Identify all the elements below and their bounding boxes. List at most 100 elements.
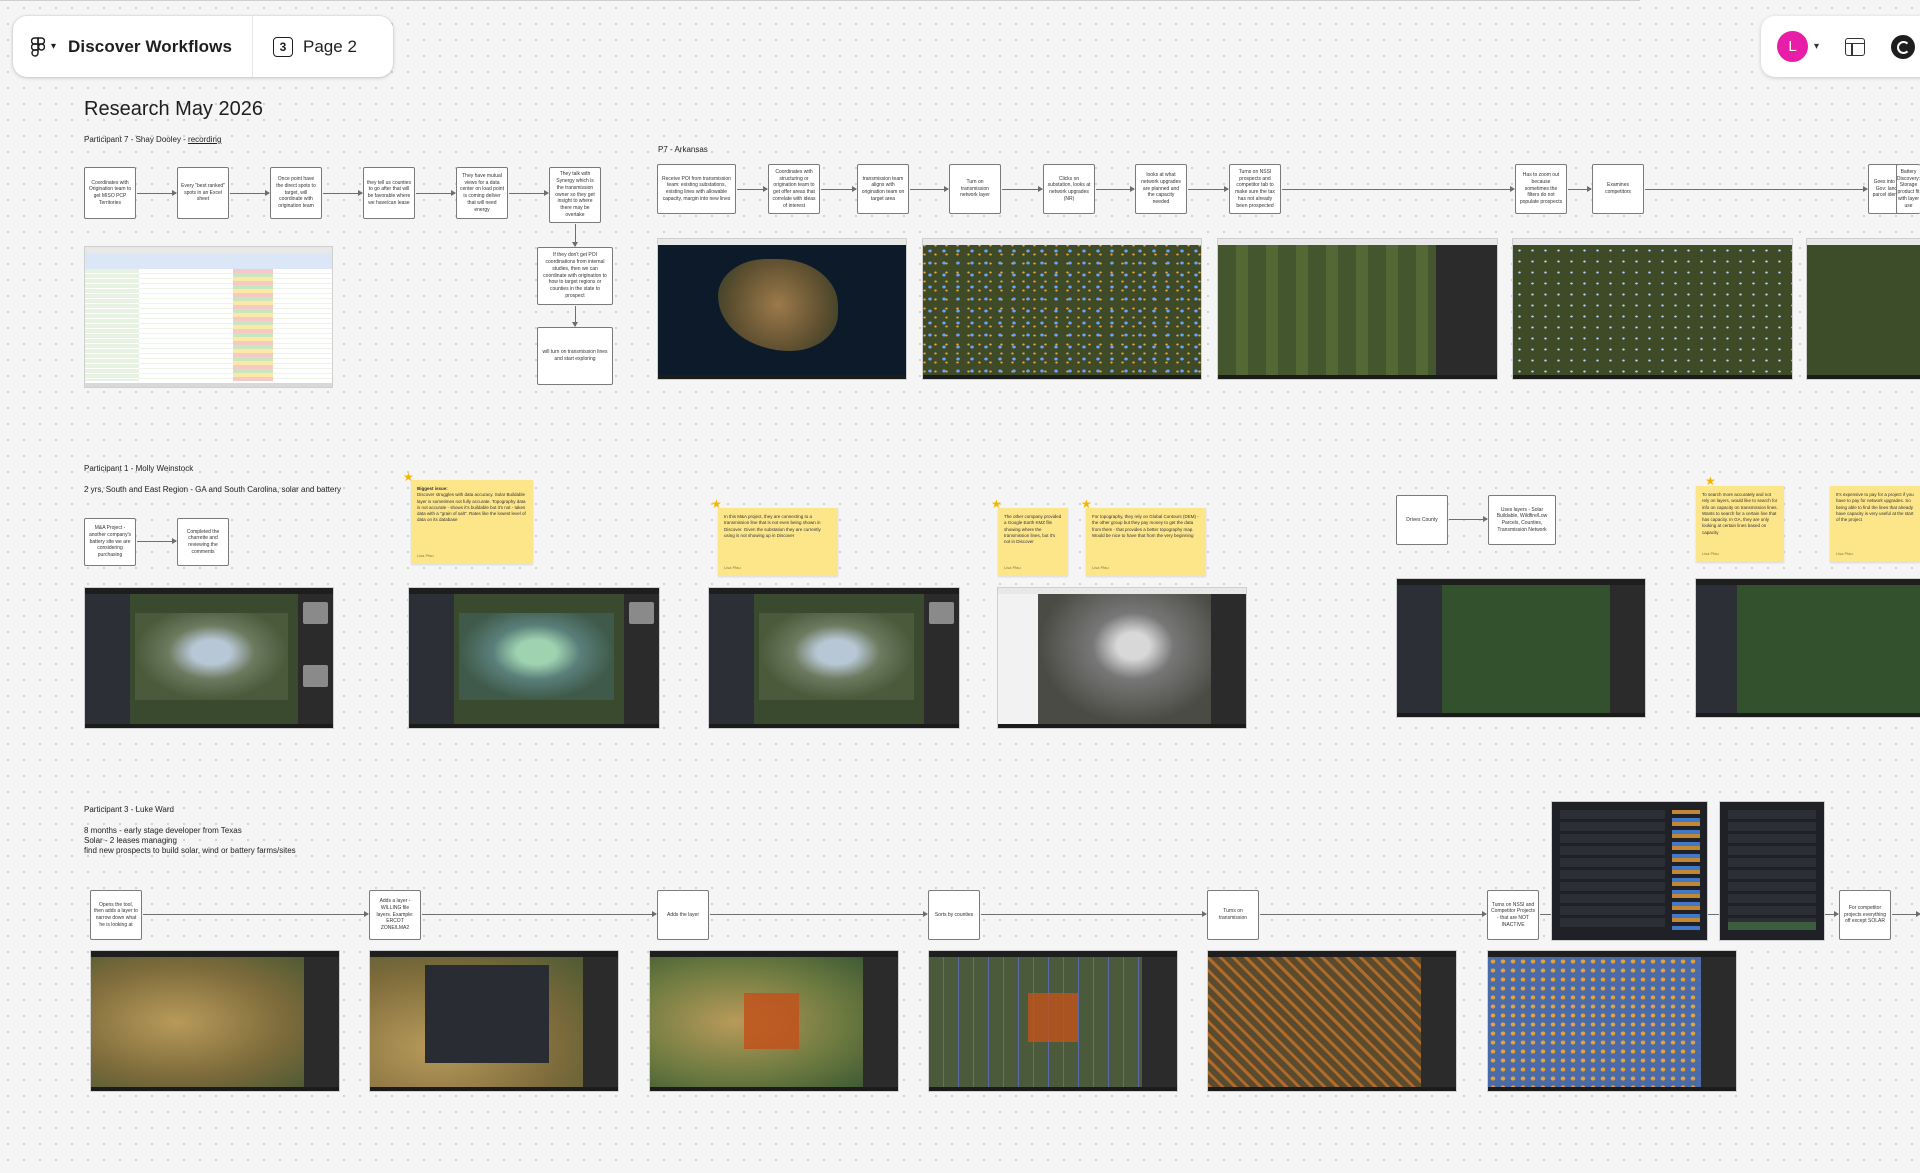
flow-step[interactable]: Turns on NSSI and Competitor Projects - …	[1487, 890, 1539, 940]
flow-step[interactable]: Coordinates with Origination team to get…	[84, 167, 136, 219]
flow-arrow	[1449, 516, 1488, 522]
zoom-call-screenshot[interactable]	[1487, 950, 1737, 1092]
flow-step[interactable]: Adds a layer - WILLING file layers. Exam…	[369, 890, 421, 940]
flow-step[interactable]: Receive POI from transmission team: exis…	[657, 164, 736, 214]
flow-step[interactable]: If they don't get POI coordinations from…	[537, 247, 613, 305]
sticky-author: Lisa Pfau	[1092, 565, 1109, 571]
page-selector[interactable]: 3 Page 2	[253, 16, 377, 77]
chevron-down-icon[interactable]: ▾	[1814, 41, 1819, 52]
flow-step[interactable]: They talk with Synergy which is the tran…	[549, 167, 601, 223]
substation-markers	[923, 245, 1201, 375]
window-titlebar	[658, 239, 906, 245]
taskbar	[929, 1087, 1177, 1091]
flow-step[interactable]: Adds the layer	[657, 890, 709, 940]
zoom-call-screenshot[interactable]	[84, 587, 334, 729]
participant-video	[303, 665, 329, 688]
layer-legend	[1672, 810, 1700, 930]
window-titlebar	[1807, 239, 1920, 245]
transmission-map	[1208, 957, 1422, 1087]
flow-step[interactable]: looks at what network upgrades are plann…	[1135, 164, 1187, 214]
excel-screenshot[interactable]	[84, 246, 333, 388]
map-screenshot-parcels[interactable]	[1217, 238, 1498, 380]
zoom-call-screenshot[interactable]	[1396, 578, 1646, 718]
flow-step[interactable]: Uses layers - Solar Buildable, Wildfire/…	[1488, 495, 1556, 545]
sticky-heading: Biggest issue:	[417, 486, 448, 491]
participant-7-label: Participant 7 - Shay Dooley - recording	[84, 135, 221, 144]
zoom-call-screenshot[interactable]	[708, 587, 960, 729]
layer-panel	[1397, 585, 1442, 713]
flow-step[interactable]: Coordinates with structuring or originat…	[768, 164, 820, 214]
flow-step[interactable]: Opens the tool, then adds a layer to nar…	[90, 890, 142, 940]
main-menu-button[interactable]: ▾	[13, 16, 68, 77]
sticky-note[interactable]: It's expensive to pay for a project if y…	[1830, 486, 1920, 562]
flow-arrow	[737, 186, 768, 192]
flow-step[interactable]: M&A Project - another company's battery …	[84, 518, 136, 566]
flow-arrow	[422, 911, 657, 917]
sticky-note[interactable]: Biggest issue: Discover struggles with d…	[411, 480, 533, 564]
zoom-call-screenshot[interactable]	[90, 950, 340, 1092]
map-screenshot-cropped[interactable]	[1806, 238, 1920, 380]
flow-arrow	[1568, 186, 1592, 192]
flow-step[interactable]: Turn on transmission network layer	[949, 164, 1001, 214]
flow-step[interactable]: Completed the charrette and reviewing th…	[177, 518, 229, 566]
zoom-call-screenshot[interactable]	[928, 950, 1178, 1092]
taskbar	[409, 724, 659, 728]
flow-step[interactable]: transmission team aligns with originatio…	[857, 164, 909, 214]
zoom-call-screenshot[interactable]	[408, 587, 660, 729]
satellite-map	[134, 613, 289, 700]
sticky-note[interactable]: In this M&A project, they are connecting…	[718, 508, 838, 576]
zoom-call-screenshot[interactable]	[649, 950, 899, 1092]
participant-3-name: Participant 3 - Luke Ward	[84, 805, 174, 814]
map-screenshot-substations[interactable]	[922, 238, 1202, 380]
user-avatar[interactable]: L	[1777, 31, 1808, 62]
sticky-author: Lisa Pfau	[1836, 551, 1853, 557]
sticky-note[interactable]: For topography, they rely on Global Cont…	[1086, 508, 1206, 576]
flow-arrow	[1002, 186, 1043, 192]
file-title[interactable]: Discover Workflows	[68, 37, 252, 57]
zoom-call-screenshot[interactable]	[1207, 950, 1457, 1092]
page-number-icon: 3	[273, 36, 294, 57]
flow-step[interactable]: Sorts by counties	[928, 890, 980, 940]
zoom-call-screenshot[interactable]	[369, 950, 619, 1092]
flow-step[interactable]: Drives County	[1396, 495, 1448, 545]
flow-step[interactable]: Has to zoom out because sometimes the fi…	[1515, 164, 1567, 214]
flow-step[interactable]: they tell us counties to go after that w…	[363, 167, 415, 219]
flow-step[interactable]: Examines competitors	[1592, 164, 1644, 214]
flow-step[interactable]: For competitor projects everything off e…	[1839, 890, 1891, 940]
taskbar	[1208, 1087, 1456, 1091]
participant-video	[303, 602, 329, 625]
participant-3-meta: find new prospects to build solar, wind …	[84, 846, 296, 855]
flow-arrow	[910, 186, 949, 192]
flow-step[interactable]: Battery Discovery: Storage product fit w…	[1896, 164, 1920, 214]
layout-panel-icon[interactable]	[1845, 37, 1866, 56]
sync-icon[interactable]	[1891, 34, 1916, 59]
sticky-note[interactable]: To search more accurately and not rely o…	[1696, 486, 1784, 562]
satellite-map	[759, 613, 914, 700]
flow-arrow	[981, 911, 1207, 917]
participant-panel	[1701, 957, 1736, 1087]
flow-step[interactable]: Every "best ranked" spots in an Excel sh…	[177, 167, 229, 219]
flow-step[interactable]: They have mutual views for a data center…	[456, 167, 508, 219]
flow-step[interactable]: Turns on NSSI prospects and competitor t…	[1229, 164, 1281, 214]
flow-step[interactable]: Turns on transmission	[1207, 890, 1259, 940]
network-markers	[1513, 245, 1792, 375]
layer-panel-screenshot[interactable]	[1551, 801, 1708, 941]
sticky-note[interactable]: The other company provided a Google Eart…	[998, 508, 1068, 576]
flow-arrow	[1282, 186, 1515, 192]
zone-overlay	[1028, 993, 1078, 1042]
file-toolbar: ▾ Discover Workflows 3 Page 2	[13, 16, 393, 77]
layer-panel-screenshot[interactable]	[1719, 801, 1825, 941]
google-earth-screenshot[interactable]	[997, 587, 1247, 729]
recording-link[interactable]: recording	[188, 135, 221, 144]
participant-panel	[304, 957, 339, 1087]
flow-step[interactable]: Clicks on substation, looks at network u…	[1043, 164, 1095, 214]
spreadsheet-color-column	[233, 269, 273, 381]
map-screenshot-network[interactable]	[1512, 238, 1793, 380]
p7-arkansas-label: P7 - Arkansas	[658, 145, 708, 154]
layer-list	[1560, 810, 1665, 930]
flow-step[interactable]: Once point have the direct spots to targ…	[270, 167, 322, 219]
sticky-body: Discover struggles with data accuracy. S…	[417, 492, 526, 523]
flow-step[interactable]: will turn on transmission lines and star…	[537, 327, 613, 385]
zoom-call-screenshot[interactable]	[1695, 578, 1920, 718]
map-screenshot-north-america[interactable]	[657, 238, 907, 380]
